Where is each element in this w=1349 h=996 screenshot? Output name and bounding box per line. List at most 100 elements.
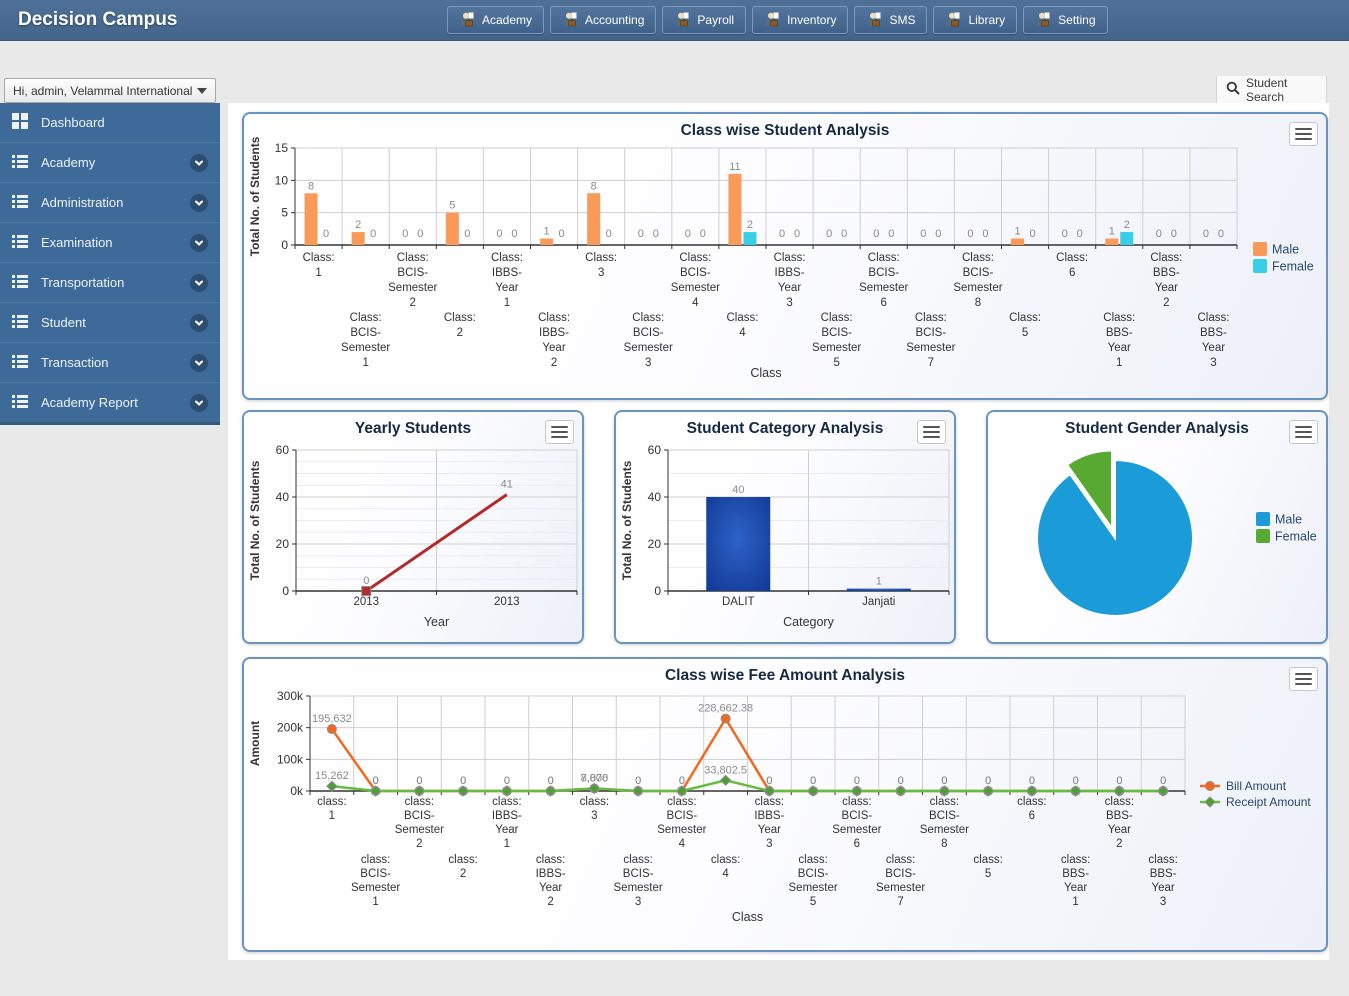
svg-text:1: 1 [1014,226,1020,238]
legend-item-male[interactable]: Male [1253,242,1299,257]
svg-text:0: 0 [548,775,554,787]
svg-text:BCIS-: BCIS- [623,868,654,880]
sidebar-item-transportation[interactable]: Transportation [0,262,220,302]
pie-slice-male[interactable] [1037,460,1193,616]
svg-text:0: 0 [1077,228,1083,240]
svg-text:2: 2 [457,327,463,339]
student-gender-analysis-chart: Male Female [988,412,1326,642]
chart-title: Class wise Fee Amount Analysis [244,667,1326,685]
nav-button-academy[interactable]: Academy [447,6,544,34]
chevron-down-icon[interactable] [190,234,208,252]
user-select[interactable]: Hi, admin, Velammal International [4,78,216,103]
svg-text:Year: Year [1202,342,1225,354]
legend-item-male[interactable]: Male [1256,512,1302,527]
svg-text:60: 60 [276,443,290,457]
chevron-down-icon[interactable] [190,394,208,412]
navbar-buttons: Academy Accounting Payroll Inventory SMS… [447,6,1108,34]
nav-button-inventory[interactable]: Inventory [752,6,848,34]
svg-text:3: 3 [645,357,651,369]
nav-button-setting[interactable]: Setting [1023,6,1107,34]
sidebar-item-label: Academy Report [41,395,138,410]
svg-text:40: 40 [648,490,662,504]
svg-text:0: 0 [464,228,470,240]
chart-menu-button[interactable] [545,420,574,444]
nav-button-payroll[interactable]: Payroll [662,6,746,34]
svg-text:BBS-: BBS- [1153,267,1180,279]
svg-text:5: 5 [449,200,455,212]
chevron-down-icon[interactable] [190,274,208,292]
x-axis-labels: DALITJanjati [722,596,895,608]
svg-text:0: 0 [1171,228,1177,240]
sidebar-item-label: Academy [41,155,95,170]
svg-text:6: 6 [1069,267,1075,279]
chevron-down-icon[interactable] [190,154,208,172]
chevron-down-icon[interactable] [190,194,208,212]
chart-menu-button[interactable] [917,420,946,444]
svg-text:0: 0 [373,775,379,787]
sidebar-item-dashboard[interactable]: Dashboard [0,103,220,142]
sidebar-item-label: Dashboard [41,115,105,130]
svg-text:Class:: Class: [1009,312,1041,324]
svg-text:0: 0 [985,775,991,787]
chart-menu-button[interactable] [1289,420,1318,444]
sidebar-item-transaction[interactable]: Transaction [0,342,220,382]
legend-item-female[interactable]: Female [1256,529,1317,544]
chart-menu-button[interactable] [1289,667,1318,691]
svg-text:BBS-: BBS- [1106,327,1133,339]
series-male: 820501800110000010100 [305,161,1209,245]
svg-text:4: 4 [692,297,699,309]
nav-button-label: Accounting [585,13,644,27]
svg-text:0: 0 [370,228,376,240]
chevron-down-icon[interactable] [190,354,208,372]
svg-text:0: 0 [888,228,894,240]
svg-text:Year: Year [495,282,518,294]
svg-text:8,000: 8,000 [581,772,609,784]
svg-text:IBBS-: IBBS- [539,327,569,339]
svg-text:Class:: Class: [679,252,711,264]
svg-text:class:: class: [492,796,521,808]
svg-text:Total No. of Students: Total No. of Students [248,460,262,580]
svg-text:3: 3 [598,267,604,279]
svg-text:Class:: Class: [538,312,570,324]
series-bill-amount: 195,632000007,87600228,662.380000000000 [312,703,1168,796]
svg-text:IBBS-: IBBS- [754,810,784,822]
chart-menu-button[interactable] [1289,122,1318,146]
svg-text:Class:: Class: [350,312,382,324]
sidebar-item-academy[interactable]: Academy [0,142,220,182]
chevron-down-icon[interactable] [190,314,208,332]
list-icon [12,313,28,332]
svg-text:0: 0 [511,228,517,240]
svg-text:0: 0 [1203,228,1209,240]
student-search[interactable]: Student Search [1216,76,1327,103]
list-icon [12,273,28,292]
legend-item-receipt-amount[interactable]: Receipt Amount [1200,795,1311,809]
svg-text:class:: class: [623,854,652,866]
svg-text:0: 0 [402,228,408,240]
legend-item-bill-amount[interactable]: Bill Amount [1200,779,1287,793]
svg-text:3: 3 [786,297,792,309]
svg-text:2013: 2013 [353,596,379,608]
svg-text:0: 0 [941,775,947,787]
nav-button-library[interactable]: Library [933,6,1017,34]
svg-text:IBBS-: IBBS- [536,868,566,880]
svg-text:7: 7 [928,357,934,369]
svg-text:0: 0 [363,575,369,587]
sidebar-item-student[interactable]: Student [0,302,220,342]
sidebar-item-academy-report[interactable]: Academy Report [0,382,220,422]
sidebar-item-administration[interactable]: Administration [0,182,220,222]
svg-text:class:: class: [405,796,434,808]
sidebar: Dashboard Academy Administration Examina… [0,103,220,425]
sidebar-item-label: Administration [41,195,123,210]
svg-text:class:: class: [1148,854,1177,866]
svg-text:class:: class: [1017,796,1046,808]
svg-text:Semester: Semester [614,882,663,894]
nav-button-sms[interactable]: SMS [854,6,927,34]
svg-text:Bill Amount: Bill Amount [1226,779,1287,793]
svg-text:0: 0 [967,228,973,240]
svg-text:Class:: Class: [1197,312,1229,324]
nav-button-accounting[interactable]: Accounting [550,6,656,34]
svg-text:Semester: Semester [351,882,400,894]
legend-item-female[interactable]: Female [1253,259,1314,274]
svg-text:5: 5 [810,896,816,908]
sidebar-item-examination[interactable]: Examination [0,222,220,262]
